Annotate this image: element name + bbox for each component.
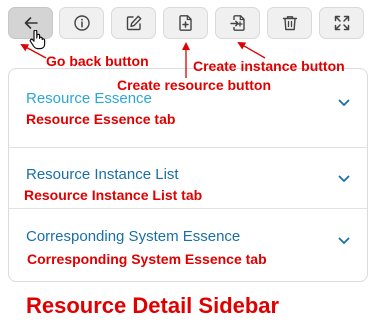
create-resource-button[interactable] [163, 7, 208, 39]
create-instance-annotation: Create instance button [193, 58, 345, 74]
hand-cursor-icon [29, 29, 46, 55]
tab2-annotation: Resource Instance List tab [24, 187, 203, 203]
detail-panel: Resource Essence Resource Instance List … [8, 68, 368, 282]
tab3-annotation: Corresponding System Essence tab [27, 251, 267, 267]
tab-divider [9, 208, 367, 209]
file-plus-icon [177, 14, 195, 32]
expand-icon [333, 14, 351, 32]
edit-button[interactable] [111, 7, 156, 39]
tab-divider [9, 147, 367, 148]
edit-icon [125, 14, 143, 32]
tab1-annotation: Resource Essence tab [26, 111, 176, 127]
go-back-annotation: Go back button [46, 53, 149, 69]
expand-button[interactable] [319, 7, 364, 39]
chevron-down-icon[interactable] [337, 95, 351, 106]
chevron-down-icon[interactable] [337, 171, 351, 182]
trash-icon [281, 14, 299, 32]
chevron-down-icon[interactable] [337, 233, 351, 244]
delete-button[interactable] [267, 7, 312, 39]
create-resource-annotation: Create resource button [117, 77, 272, 93]
caption-annotation: Resource Detail Sidebar [26, 293, 280, 318]
info-icon [73, 14, 91, 32]
arrow-left-icon [23, 15, 39, 31]
resource-detail-sidebar: Resource Essence Resource Instance List … [0, 0, 381, 333]
tab-resource-instance-list[interactable]: Resource Instance List [26, 166, 179, 184]
create-instance-button[interactable] [215, 7, 260, 39]
info-button[interactable] [59, 7, 104, 39]
file-import-icon [229, 14, 247, 32]
tab-corresponding-system-essence[interactable]: Corresponding System Essence [26, 228, 240, 246]
